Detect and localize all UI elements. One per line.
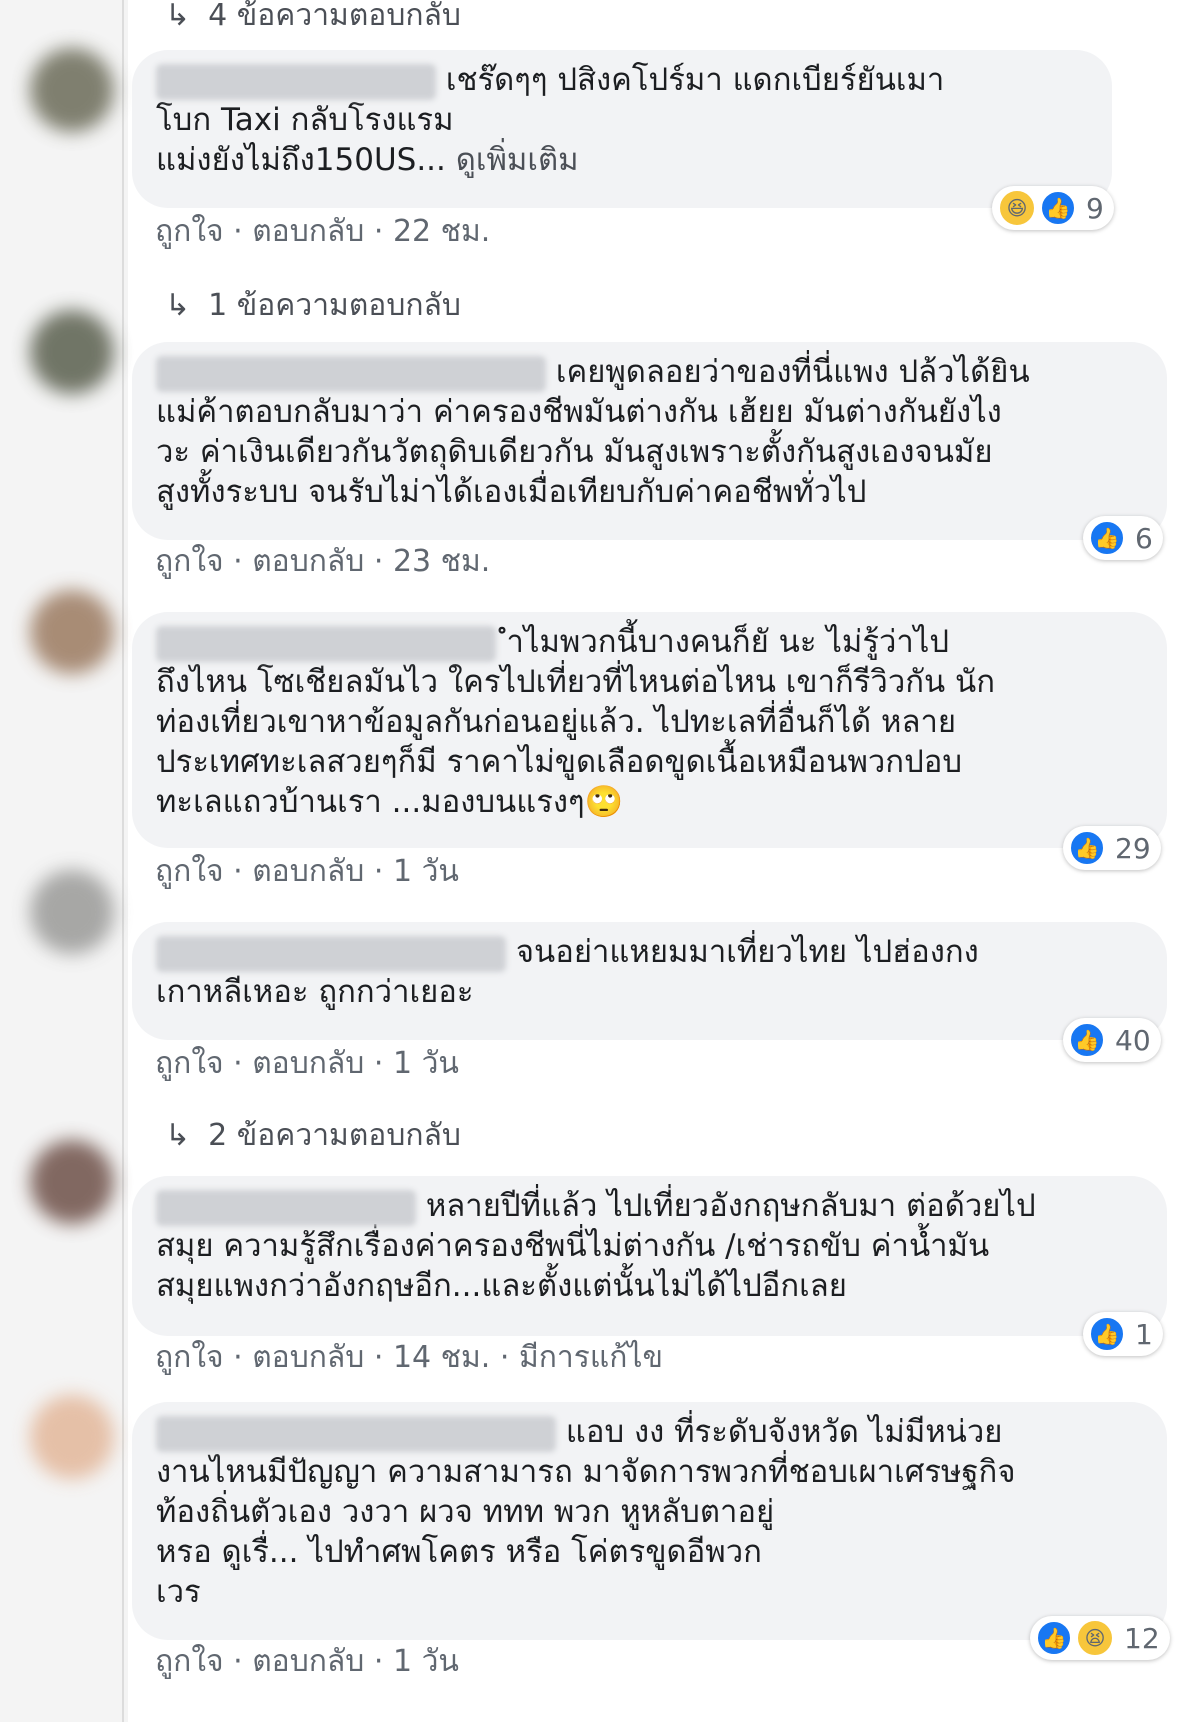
comment-line: เวร — [156, 1574, 201, 1610]
comment-line: ท่องเที่ยวเขาหาข้อมูลกันก่อนอยู่แล้ว. ไป… — [156, 704, 957, 740]
avatar[interactable] — [30, 1140, 114, 1224]
reaction-summary[interactable]: 👍 6 — [1083, 516, 1163, 560]
comment-actions: ถูกใจ · ตอบกลับ · 1 วัน — [155, 1046, 459, 1081]
comment-line: หลายปีที่แล้ว ไปเที่ยวอังกฤษกลับมา ต่อด้… — [156, 1186, 1139, 1226]
haha-reaction-icon: 😆 — [998, 189, 1036, 227]
timestamp[interactable]: 23 ชม. — [393, 544, 490, 579]
comment-line: หรอ ดูเรื่... ไปทำศพโคตร หรือ โค่ตรขูดอี… — [156, 1534, 762, 1570]
timestamp[interactable]: 14 ชม. — [393, 1340, 490, 1375]
comment-actions: ถูกใจ · ตอบกลับ · 1 วัน — [155, 854, 459, 889]
reply-arrow-icon: ↳ — [165, 288, 191, 323]
comment-line: ประเทศทะเลสวยๆก็มี ราคาไม่ขูดเลือดขูดเนื… — [156, 744, 963, 780]
reaction-summary[interactable]: 👍 40 — [1063, 1018, 1161, 1062]
reaction-count: 12 — [1124, 1621, 1160, 1655]
reaction-count: 1 — [1135, 1317, 1153, 1351]
comment-actions: ถูกใจ · ตอบกลับ · 14 ชม. · มีการแก้ไข — [155, 1340, 663, 1375]
commenter-name[interactable] — [156, 355, 546, 392]
replies-label: 4 ข้อความตอบกลับ — [208, 0, 461, 33]
avatar[interactable] — [30, 590, 114, 674]
reaction-count: 9 — [1086, 191, 1104, 225]
timestamp[interactable]: 1 วัน — [393, 854, 459, 889]
comment-bubble: ำไมพวกนี้บางคนก็ยั นะ ไม่รู้ว่าไป ถึงไหน… — [132, 612, 1167, 848]
like-reaction-icon: 👍 — [1089, 1316, 1125, 1352]
like-link[interactable]: ถูกใจ — [155, 1644, 224, 1679]
angry-reaction-icon: 😫 — [1076, 1619, 1114, 1657]
comment-line: แอบ งง ที่ระดับจังหวัด ไม่มีหน่วย — [156, 1412, 1139, 1452]
avatar[interactable] — [30, 310, 114, 394]
timestamp[interactable]: 1 วัน — [393, 1046, 459, 1081]
like-reaction-icon: 👍 — [1036, 1620, 1072, 1656]
comment-actions: ถูกใจ · ตอบกลับ · 23 ชม. — [155, 544, 491, 579]
like-link[interactable]: ถูกใจ — [155, 854, 224, 889]
commenter-name[interactable] — [156, 935, 506, 972]
comment-actions: ถูกใจ · ตอบกลับ · 1 วัน — [155, 1644, 459, 1679]
commenter-name[interactable] — [156, 1415, 556, 1452]
comment-line: เชร๊ดๆๆ ปสิงคโปร์มา แดกเบียร์ยันเมา — [156, 60, 1084, 100]
comment-line: ทะเลแถวบ้านเรา ...มองบนแรงๆ🙄 — [156, 784, 624, 820]
edited-label[interactable]: มีการแก้ไข — [519, 1340, 663, 1375]
like-reaction-icon: 👍 — [1069, 1022, 1105, 1058]
reply-link[interactable]: ตอบกลับ — [252, 854, 364, 889]
comment-line: จนอย่าแหยมมาเที่ยวไทย ไปฮ่องกง — [156, 932, 1139, 972]
comment-line: สมุย ความรู้สึกเรื่องค่าครองชีพนี่ไม่ต่า… — [156, 1228, 990, 1264]
reply-arrow-icon: ↳ — [165, 0, 191, 33]
comment-actions: ถูกใจ · ตอบกลับ · 22 ชม. — [155, 214, 491, 249]
view-replies-link[interactable]: ↳ 1 ข้อความตอบกลับ — [165, 282, 461, 329]
reply-arrow-icon: ↳ — [165, 1118, 191, 1153]
comment-line: สูงทั้งระบบ จนรับไม่าได้เองเมื่อเทียบกับ… — [156, 474, 867, 510]
avatar[interactable] — [30, 1395, 114, 1479]
like-link[interactable]: ถูกใจ — [155, 1046, 224, 1081]
timestamp[interactable]: 22 ชม. — [393, 214, 490, 249]
commenter-name[interactable] — [156, 63, 436, 100]
comment-bubble: เชร๊ดๆๆ ปสิงคโปร์มา แดกเบียร์ยันเมา โบก … — [132, 50, 1112, 208]
comment-line: เคยพูดลอยว่าของที่นี่แพง ปล้วได้ยิน — [156, 352, 1139, 392]
comment-bubble: หลายปีที่แล้ว ไปเที่ยวอังกฤษกลับมา ต่อด้… — [132, 1176, 1167, 1336]
commenter-name[interactable] — [156, 625, 496, 662]
comment-line: แม่งยังไม่ถึง150US... ดูเพิ่มเติม — [156, 142, 579, 178]
reply-link[interactable]: ตอบกลับ — [252, 1046, 364, 1081]
avatar[interactable] — [30, 870, 114, 954]
comment-line: เกาหลีเหอะ ถูกกว่าเยอะ — [156, 974, 474, 1010]
reaction-summary[interactable]: 👍 😫 12 — [1030, 1616, 1170, 1660]
reply-link[interactable]: ตอบกลับ — [252, 214, 364, 249]
view-replies-link[interactable]: ↳ 2 ข้อความตอบกลับ — [165, 1112, 461, 1159]
reaction-count: 6 — [1135, 521, 1153, 555]
comment-bubble: แอบ งง ที่ระดับจังหวัด ไม่มีหน่วย งานไหน… — [132, 1402, 1167, 1640]
view-replies-link[interactable]: ↳ 4 ข้อความตอบกลับ — [165, 0, 461, 39]
replies-label: 2 ข้อความตอบกลับ — [208, 1118, 461, 1153]
avatar[interactable] — [30, 48, 114, 132]
comment-line: งานไหนมีปัญญา ความสามารถ มาจัดการพวกที่ช… — [156, 1454, 1016, 1490]
column-divider — [122, 0, 124, 1722]
comment-line: ท้องถิ่นตัวเอง วงวา ผวจ ททท พวก หูหลับตา… — [156, 1494, 775, 1530]
like-reaction-icon: 👍 — [1069, 830, 1105, 866]
reaction-count: 29 — [1115, 831, 1151, 865]
reaction-summary[interactable]: 👍 29 — [1063, 826, 1161, 870]
comment-line: วะ ค่าเงินเดียวกันวัตถุดิบเดียวกัน มันสู… — [156, 434, 993, 470]
timestamp[interactable]: 1 วัน — [393, 1644, 459, 1679]
comment-line: แม่ค้าตอบกลับมาว่า ค่าครองชีพมันต่างกัน … — [156, 394, 1002, 430]
like-reaction-icon: 👍 — [1089, 520, 1125, 556]
comment-bubble: จนอย่าแหยมมาเที่ยวไทย ไปฮ่องกง เกาหลีเหอ… — [132, 922, 1167, 1040]
see-more-link[interactable]: ดูเพิ่มเติม — [456, 142, 579, 178]
reaction-summary[interactable]: 👍 1 — [1083, 1312, 1163, 1356]
replies-label: 1 ข้อความตอบกลับ — [208, 288, 461, 323]
like-link[interactable]: ถูกใจ — [155, 214, 224, 249]
reply-link[interactable]: ตอบกลับ — [252, 1644, 364, 1679]
like-link[interactable]: ถูกใจ — [155, 1340, 224, 1375]
comment-bubble: เคยพูดลอยว่าของที่นี่แพง ปล้วได้ยิน แม่ค… — [132, 342, 1167, 540]
comment-line: ถึงไหน โซเชียลมันไว ใครไปเที่ยวที่ไหนต่อ… — [156, 664, 996, 700]
comment-line: โบก Taxi กลับโรงแรม — [156, 102, 454, 138]
commenter-name[interactable] — [156, 1189, 416, 1226]
like-link[interactable]: ถูกใจ — [155, 544, 224, 579]
comment-line: สมุยแพงกว่าอังกฤษอีก...และตั้งแต่นั้นไม่… — [156, 1268, 847, 1304]
comment-line: ำไมพวกนี้บางคนก็ยั นะ ไม่รู้ว่าไป — [156, 622, 1139, 662]
reply-link[interactable]: ตอบกลับ — [252, 544, 364, 579]
reaction-count: 40 — [1115, 1023, 1151, 1057]
reaction-summary[interactable]: 😆 👍 9 — [992, 186, 1114, 230]
like-reaction-icon: 👍 — [1040, 190, 1076, 226]
reply-link[interactable]: ตอบกลับ — [252, 1340, 364, 1375]
